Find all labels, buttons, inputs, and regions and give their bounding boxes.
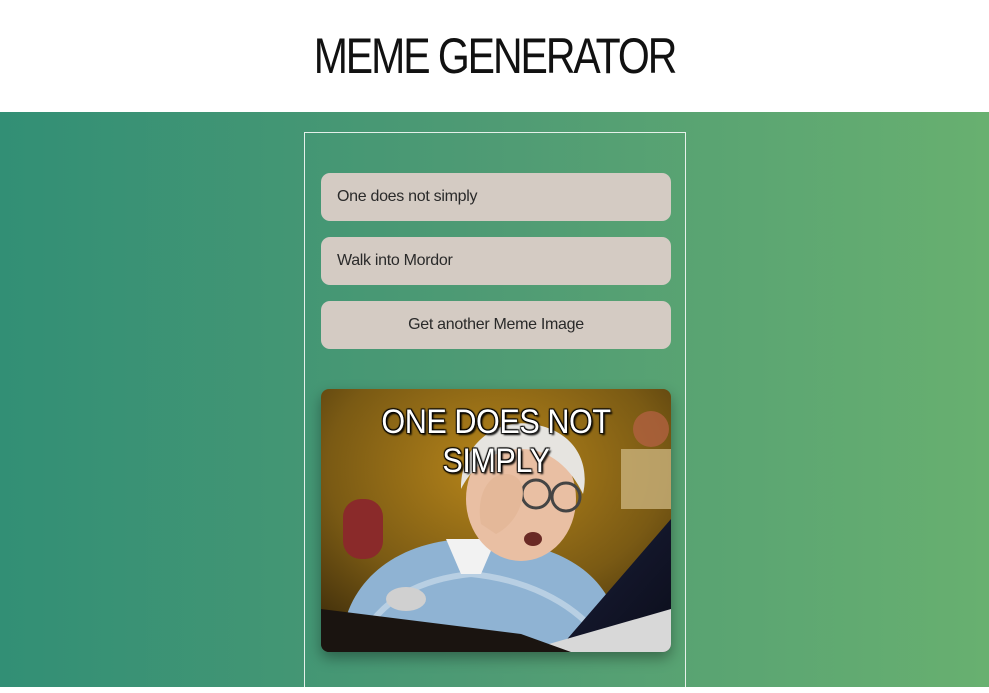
bottom-divider <box>0 687 989 693</box>
page-title: MEME GENERATOR <box>313 28 678 84</box>
get-meme-image-button[interactable]: Get another Meme Image <box>321 301 671 349</box>
app-header: MEME GENERATOR <box>0 0 989 112</box>
meme-top-text: ONE DOES NOT SIMPLY <box>381 403 611 480</box>
bottom-text-input[interactable] <box>321 237 671 285</box>
meme-preview: ONE DOES NOT SIMPLY <box>321 389 671 652</box>
meme-form-panel: Get another Meme Image <box>304 132 686 692</box>
main-area: Get another Meme Image <box>0 112 989 692</box>
top-text-input[interactable] <box>321 173 671 221</box>
